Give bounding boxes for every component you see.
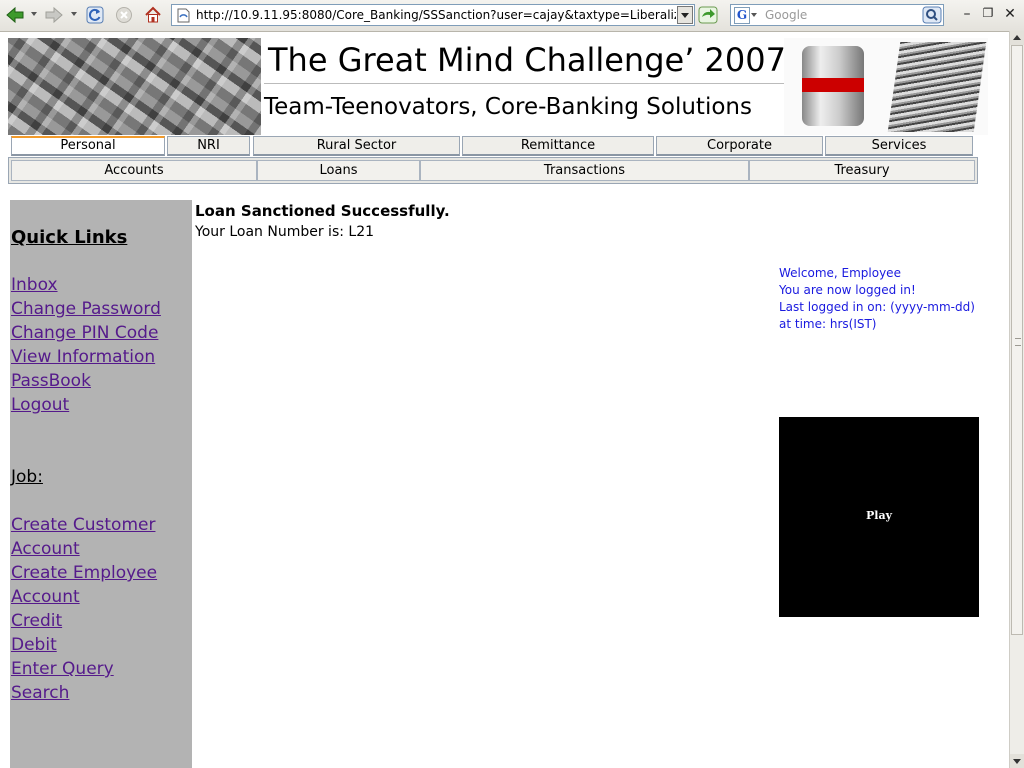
link-change-password[interactable]: Change Password — [11, 299, 161, 319]
vertical-scrollbar[interactable] — [1009, 31, 1024, 768]
tab-corporate[interactable]: Corporate — [656, 136, 823, 156]
subtab-treasury[interactable]: Treasury — [749, 160, 975, 181]
search-box[interactable]: G Google — [730, 4, 944, 26]
tab-remittance[interactable]: Remittance — [462, 136, 654, 156]
link-create-employee-account[interactable]: Create Employee — [11, 563, 157, 583]
subtab-transactions[interactable]: Transactions — [420, 160, 749, 181]
forward-arrow-icon — [45, 6, 63, 24]
browser-toolbar: http://10.9.11.95:8080/Core_Banking/SSSa… — [0, 0, 1024, 32]
link-credit[interactable]: Credit — [11, 611, 62, 631]
scroll-down-icon[interactable] — [1010, 754, 1024, 768]
job-section-title: Job: — [11, 467, 43, 487]
last-login-time-line: at time: hrs(IST) — [779, 317, 877, 331]
go-button[interactable] — [697, 5, 719, 25]
last-login-date-line: Last logged in on: (yyyy-mm-dd) — [779, 300, 975, 314]
reload-icon — [86, 6, 104, 24]
logged-in-line: You are now logged in! — [779, 283, 916, 297]
tab-personal[interactable]: Personal — [11, 136, 165, 156]
link-logout[interactable]: Logout — [11, 395, 69, 415]
page-icon — [177, 8, 190, 23]
home-icon — [145, 6, 161, 23]
subtab-loans[interactable]: Loans — [257, 160, 420, 181]
banner-divider — [264, 83, 784, 84]
stop-button[interactable] — [113, 5, 135, 25]
link-search[interactable]: Search — [11, 683, 69, 703]
link-create-employee-account-cont[interactable]: Account — [11, 587, 80, 607]
sub-tab-row: Accounts Loans Transactions Treasury — [8, 157, 978, 184]
home-button[interactable] — [142, 5, 164, 25]
stop-icon — [116, 7, 132, 23]
search-engine-icon[interactable]: G — [734, 7, 750, 24]
banner-subtitle: Team-Teenovators, Core-Banking Solutions — [264, 94, 752, 120]
forward-button[interactable] — [43, 5, 65, 25]
subtab-accounts[interactable]: Accounts — [11, 160, 257, 181]
link-create-customer-account-cont[interactable]: Account — [11, 539, 80, 559]
scrollbar-thumb[interactable] — [1011, 45, 1023, 635]
tab-rural-sector[interactable]: Rural Sector — [253, 136, 460, 156]
link-view-information[interactable]: View Information — [11, 347, 155, 367]
welcome-line: Welcome, Employee — [779, 266, 901, 280]
minimize-icon[interactable]: – — [958, 6, 976, 22]
close-icon[interactable]: ✕ — [1001, 6, 1019, 22]
welcome-panel: Welcome, Employee You are now logged in!… — [779, 265, 975, 333]
back-arrow-icon — [6, 6, 24, 24]
search-placeholder: Google — [765, 8, 808, 22]
restore-icon[interactable]: ❐ — [979, 6, 997, 20]
success-message: Loan Sanctioned Successfully. — [195, 202, 450, 220]
site-banner: The Great Mind Challenge’ 2007 Team-Teen… — [8, 38, 988, 135]
url-history-dropdown[interactable] — [677, 6, 693, 24]
back-button[interactable] — [4, 5, 26, 25]
address-bar[interactable]: http://10.9.11.95:8080/Core_Banking/SSSa… — [171, 4, 695, 26]
money-image — [784, 38, 988, 135]
tab-services[interactable]: Services — [825, 136, 973, 156]
loan-number-text: Your Loan Number is: L21 — [195, 224, 375, 240]
search-engine-dropdown-icon[interactable] — [751, 13, 757, 17]
link-debit[interactable]: Debit — [11, 635, 57, 655]
flash-video-player[interactable]: Play — [779, 417, 979, 617]
link-create-customer-account[interactable]: Create Customer — [11, 515, 155, 535]
link-change-pin-code[interactable]: Change PIN Code — [11, 323, 158, 343]
quick-links-sidebar: Quick Links Inbox Change Password Change… — [10, 200, 192, 768]
scroll-up-icon[interactable] — [1010, 31, 1024, 45]
link-inbox[interactable]: Inbox — [11, 275, 58, 295]
url-text[interactable]: http://10.9.11.95:8080/Core_Banking/SSSa… — [196, 8, 676, 22]
forward-history-dropdown-icon[interactable] — [71, 12, 77, 16]
silver-bars-image — [8, 38, 261, 135]
magnifier-icon — [922, 6, 942, 24]
back-history-dropdown-icon[interactable] — [31, 12, 37, 16]
link-enter-query[interactable]: Enter Query — [11, 659, 114, 679]
play-button[interactable]: Play — [779, 509, 979, 522]
quick-links-title: Quick Links — [11, 227, 128, 248]
banner-title: The Great Mind Challenge’ 2007 — [268, 41, 786, 79]
search-button[interactable] — [921, 5, 943, 25]
go-arrow-icon — [698, 6, 718, 24]
tab-nri[interactable]: NRI — [167, 136, 250, 156]
link-passbook[interactable]: PassBook — [11, 371, 91, 391]
reload-button[interactable] — [84, 5, 106, 25]
